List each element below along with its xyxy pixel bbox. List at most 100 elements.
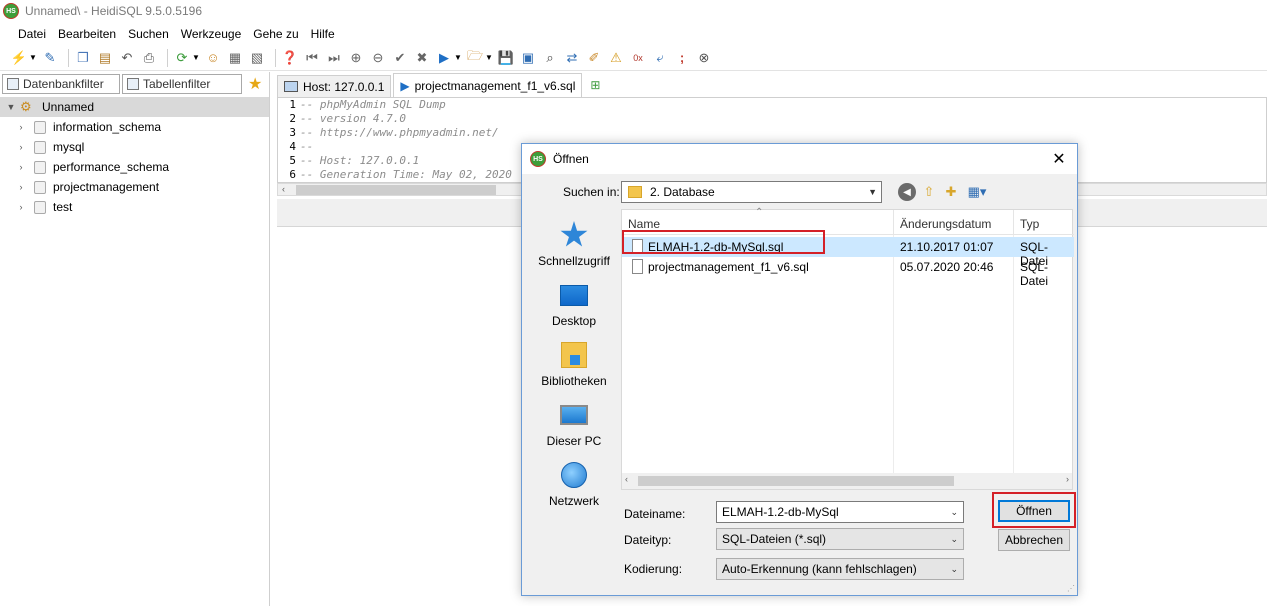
place-quick-access[interactable]: Schnellzugriff [528,220,620,268]
place-label: Schnellzugriff [538,254,610,268]
filetype-select[interactable]: SQL-Dateien (*.sql) ⌄ [716,528,964,550]
new-folder-icon[interactable]: ✚ [942,183,960,201]
folder-icon [628,186,642,198]
up-folder-icon[interactable]: ⇧ [920,183,938,201]
network-icon [561,462,587,488]
wrap-icon[interactable]: ⤶ [651,49,669,67]
cancel-button[interactable]: Abbrechen [998,529,1070,551]
connect-dropdown-icon[interactable]: ▼ [29,49,37,67]
place-libraries[interactable]: Bibliotheken [528,340,620,388]
scroll-right-icon[interactable]: › [1066,474,1069,484]
tab-query-file[interactable]: ▶ projectmanagement_f1_v6.sql [393,73,583,97]
replace-icon[interactable]: ⇄ [563,49,581,67]
run-icon[interactable]: ▶ [435,49,453,67]
back-icon[interactable]: ◀ [898,183,916,201]
last-record-icon[interactable]: ⏭ [325,49,343,67]
place-label: Netzwerk [548,494,599,508]
scroll-left-icon[interactable]: ‹ [282,184,285,194]
column-date[interactable]: Änderungsdatum [894,210,1014,235]
hex-icon[interactable]: 0x [629,49,647,67]
close-icon[interactable]: ✕ [1049,149,1069,169]
add-tab-icon[interactable]: ⊞ [590,78,608,94]
chevron-down-icon[interactable]: ▼ [868,187,877,197]
delete-record-icon[interactable]: ⊖ [369,49,387,67]
file-list-horizontal-scrollbar[interactable]: ‹ › [622,473,1072,489]
refresh-dropdown-icon[interactable]: ▼ [192,49,200,67]
tree-item-test[interactable]: › test [0,197,269,217]
column-type[interactable]: Typ [1014,210,1074,235]
add-record-icon[interactable]: ⊕ [347,49,365,67]
semicolon-icon[interactable]: ; [673,49,691,67]
filename-input[interactable]: ELMAH-1.2-db-MySql ⌄ [716,501,964,523]
save-as-icon[interactable]: ▣ [519,49,537,67]
tree-item-mysql[interactable]: › mysql [0,137,269,157]
file-date: 05.07.2020 20:46 [900,260,994,274]
menu-datei[interactable]: Datei [12,27,52,41]
place-network[interactable]: Netzwerk [528,460,620,508]
heidisql-app-icon: HS [530,151,546,167]
open-button[interactable]: Öffnen [998,500,1070,522]
first-record-icon[interactable]: ⏮ [303,49,321,67]
look-in-label: Suchen in: [563,185,620,199]
encoding-select[interactable]: Auto-Erkennung (kann fehlschlagen) ⌄ [716,558,964,580]
cancel-icon[interactable]: ✖ [413,49,431,67]
place-desktop[interactable]: Desktop [528,280,620,328]
expand-arrow-icon[interactable]: › [14,182,28,192]
look-in-select[interactable]: 2. Database ▼ [621,181,882,203]
copy-icon[interactable]: ❐ [74,49,92,67]
scrollbar-thumb[interactable] [638,476,954,486]
tree-item-projectmanagement[interactable]: › projectmanagement [0,177,269,197]
expand-arrow-icon[interactable]: › [14,162,28,172]
menu-bearbeiten[interactable]: Bearbeiten [52,27,122,41]
place-this-pc[interactable]: Dieser PC [528,400,620,448]
expand-arrow-icon[interactable]: › [14,142,28,152]
tab-host-label: Host: 127.0.0.1 [303,79,385,94]
tree-item-performance-schema[interactable]: › performance_schema [0,157,269,177]
save-icon[interactable]: 💾 [497,49,515,67]
user-manager-icon[interactable]: ☺ [204,49,222,67]
menu-gehe-zu[interactable]: Gehe zu [247,27,304,41]
tab-host[interactable]: Host: 127.0.0.1 [277,75,392,97]
open-sql-icon[interactable]: 🗁 [466,48,484,67]
paste-icon[interactable]: ▤ [96,49,114,67]
chevron-down-icon[interactable]: ⌄ [950,534,958,545]
connect-icon[interactable]: ⚡ [10,49,28,67]
table-filter-input[interactable]: Tabellenfilter [122,74,242,94]
import-icon[interactable]: ▧ [248,49,266,67]
export-icon[interactable]: ▦ [226,49,244,67]
collapse-arrow-icon[interactable]: ▼ [4,102,18,112]
find-icon[interactable]: ⌕ [541,49,559,67]
database-filter-input[interactable]: Datenbankfilter [2,74,120,94]
database-icon [34,160,46,174]
expand-arrow-icon[interactable]: › [14,122,28,132]
open-file-dialog: HS Öffnen ✕ Suchen in: 2. Database ▼ ◀ ⇧… [521,143,1078,596]
post-icon[interactable]: ✔ [391,49,409,67]
run-dropdown-icon[interactable]: ▼ [454,49,462,67]
tree-item-information-schema[interactable]: › information_schema [0,117,269,137]
table-filter-label: Tabellenfilter [143,77,211,91]
help-icon[interactable]: ❓ [281,49,299,67]
scroll-left-icon[interactable]: ‹ [625,474,628,484]
warning-icon[interactable]: ⚠ [607,49,625,67]
undo-icon[interactable]: ↶ [118,49,136,67]
chevron-down-icon[interactable]: ⌄ [950,564,958,575]
menu-hilfe[interactable]: Hilfe [305,27,341,41]
view-menu-icon[interactable]: ▦▾ [964,183,990,201]
expand-arrow-icon[interactable]: › [14,202,28,212]
favorite-star-icon[interactable]: ★ [248,74,262,94]
disconnect-icon[interactable]: ✎ [41,49,59,67]
file-row[interactable]: projectmanagement_f1_v6.sql 05.07.2020 2… [622,257,1074,288]
tree-root-session[interactable]: ▼ ⚙ Unnamed [0,97,269,117]
scrollbar-thumb[interactable] [296,185,496,195]
database-icon [34,120,46,134]
encoding-label: Kodierung: [624,562,683,576]
menu-suchen[interactable]: Suchen [122,27,175,41]
stop-icon[interactable]: ⊗ [695,49,713,67]
resize-grip-icon[interactable]: ⋰ [1067,584,1075,593]
refresh-icon[interactable]: ⟳ [173,49,191,67]
print-icon[interactable]: ⎙ [140,49,158,67]
menu-werkzeuge[interactable]: Werkzeuge [175,27,247,41]
chevron-down-icon[interactable]: ⌄ [950,507,958,518]
format-icon[interactable]: ✐ [585,49,603,67]
open-sql-dropdown-icon[interactable]: ▼ [485,49,493,67]
